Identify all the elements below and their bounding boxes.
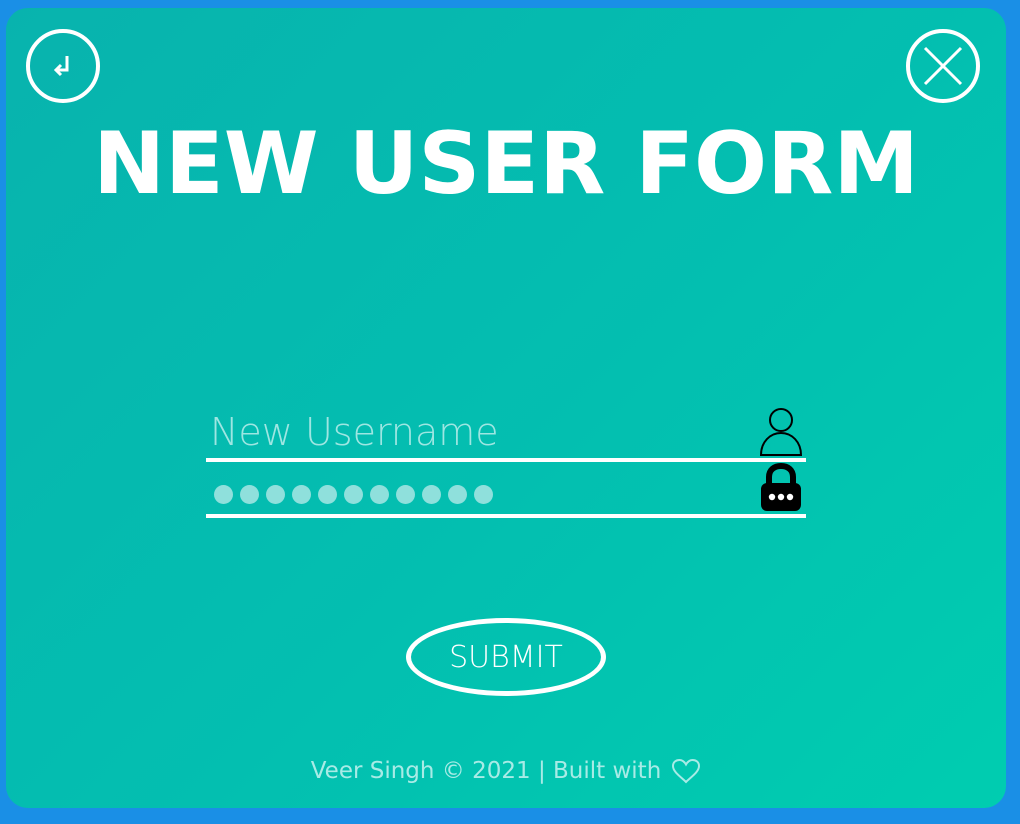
password-mask-dot xyxy=(474,485,493,504)
password-mask-dot xyxy=(422,485,441,504)
password-mask-dot xyxy=(396,485,415,504)
back-button[interactable] xyxy=(26,29,100,103)
padlock-icon xyxy=(761,462,801,511)
close-button[interactable] xyxy=(906,29,980,103)
password-mask-dot xyxy=(292,485,311,504)
username-input[interactable] xyxy=(210,410,750,454)
close-x-icon xyxy=(923,46,963,86)
heart-icon xyxy=(672,758,701,784)
password-mask-dot xyxy=(370,485,389,504)
footer: Veer Singh © 2021 | Built with xyxy=(6,758,1006,784)
password-mask-dot xyxy=(214,485,233,504)
password-mask-dot xyxy=(344,485,363,504)
password-mask-dot xyxy=(318,485,337,504)
new-user-card: NEW USER FORM SUBMIT Veer Singh © 2021 |… xyxy=(6,8,1006,808)
password-field xyxy=(206,462,806,518)
footer-text: Veer Singh © 2021 | Built with xyxy=(310,758,662,784)
password-input[interactable] xyxy=(214,485,493,504)
user-icon xyxy=(759,408,803,456)
page-title: NEW USER FORM xyxy=(93,114,919,214)
submit-button[interactable]: SUBMIT xyxy=(406,618,606,696)
password-mask-dot xyxy=(266,485,285,504)
username-field xyxy=(206,406,806,462)
password-mask-dot xyxy=(240,485,259,504)
password-mask-dot xyxy=(448,485,467,504)
return-arrow-icon xyxy=(53,56,69,77)
